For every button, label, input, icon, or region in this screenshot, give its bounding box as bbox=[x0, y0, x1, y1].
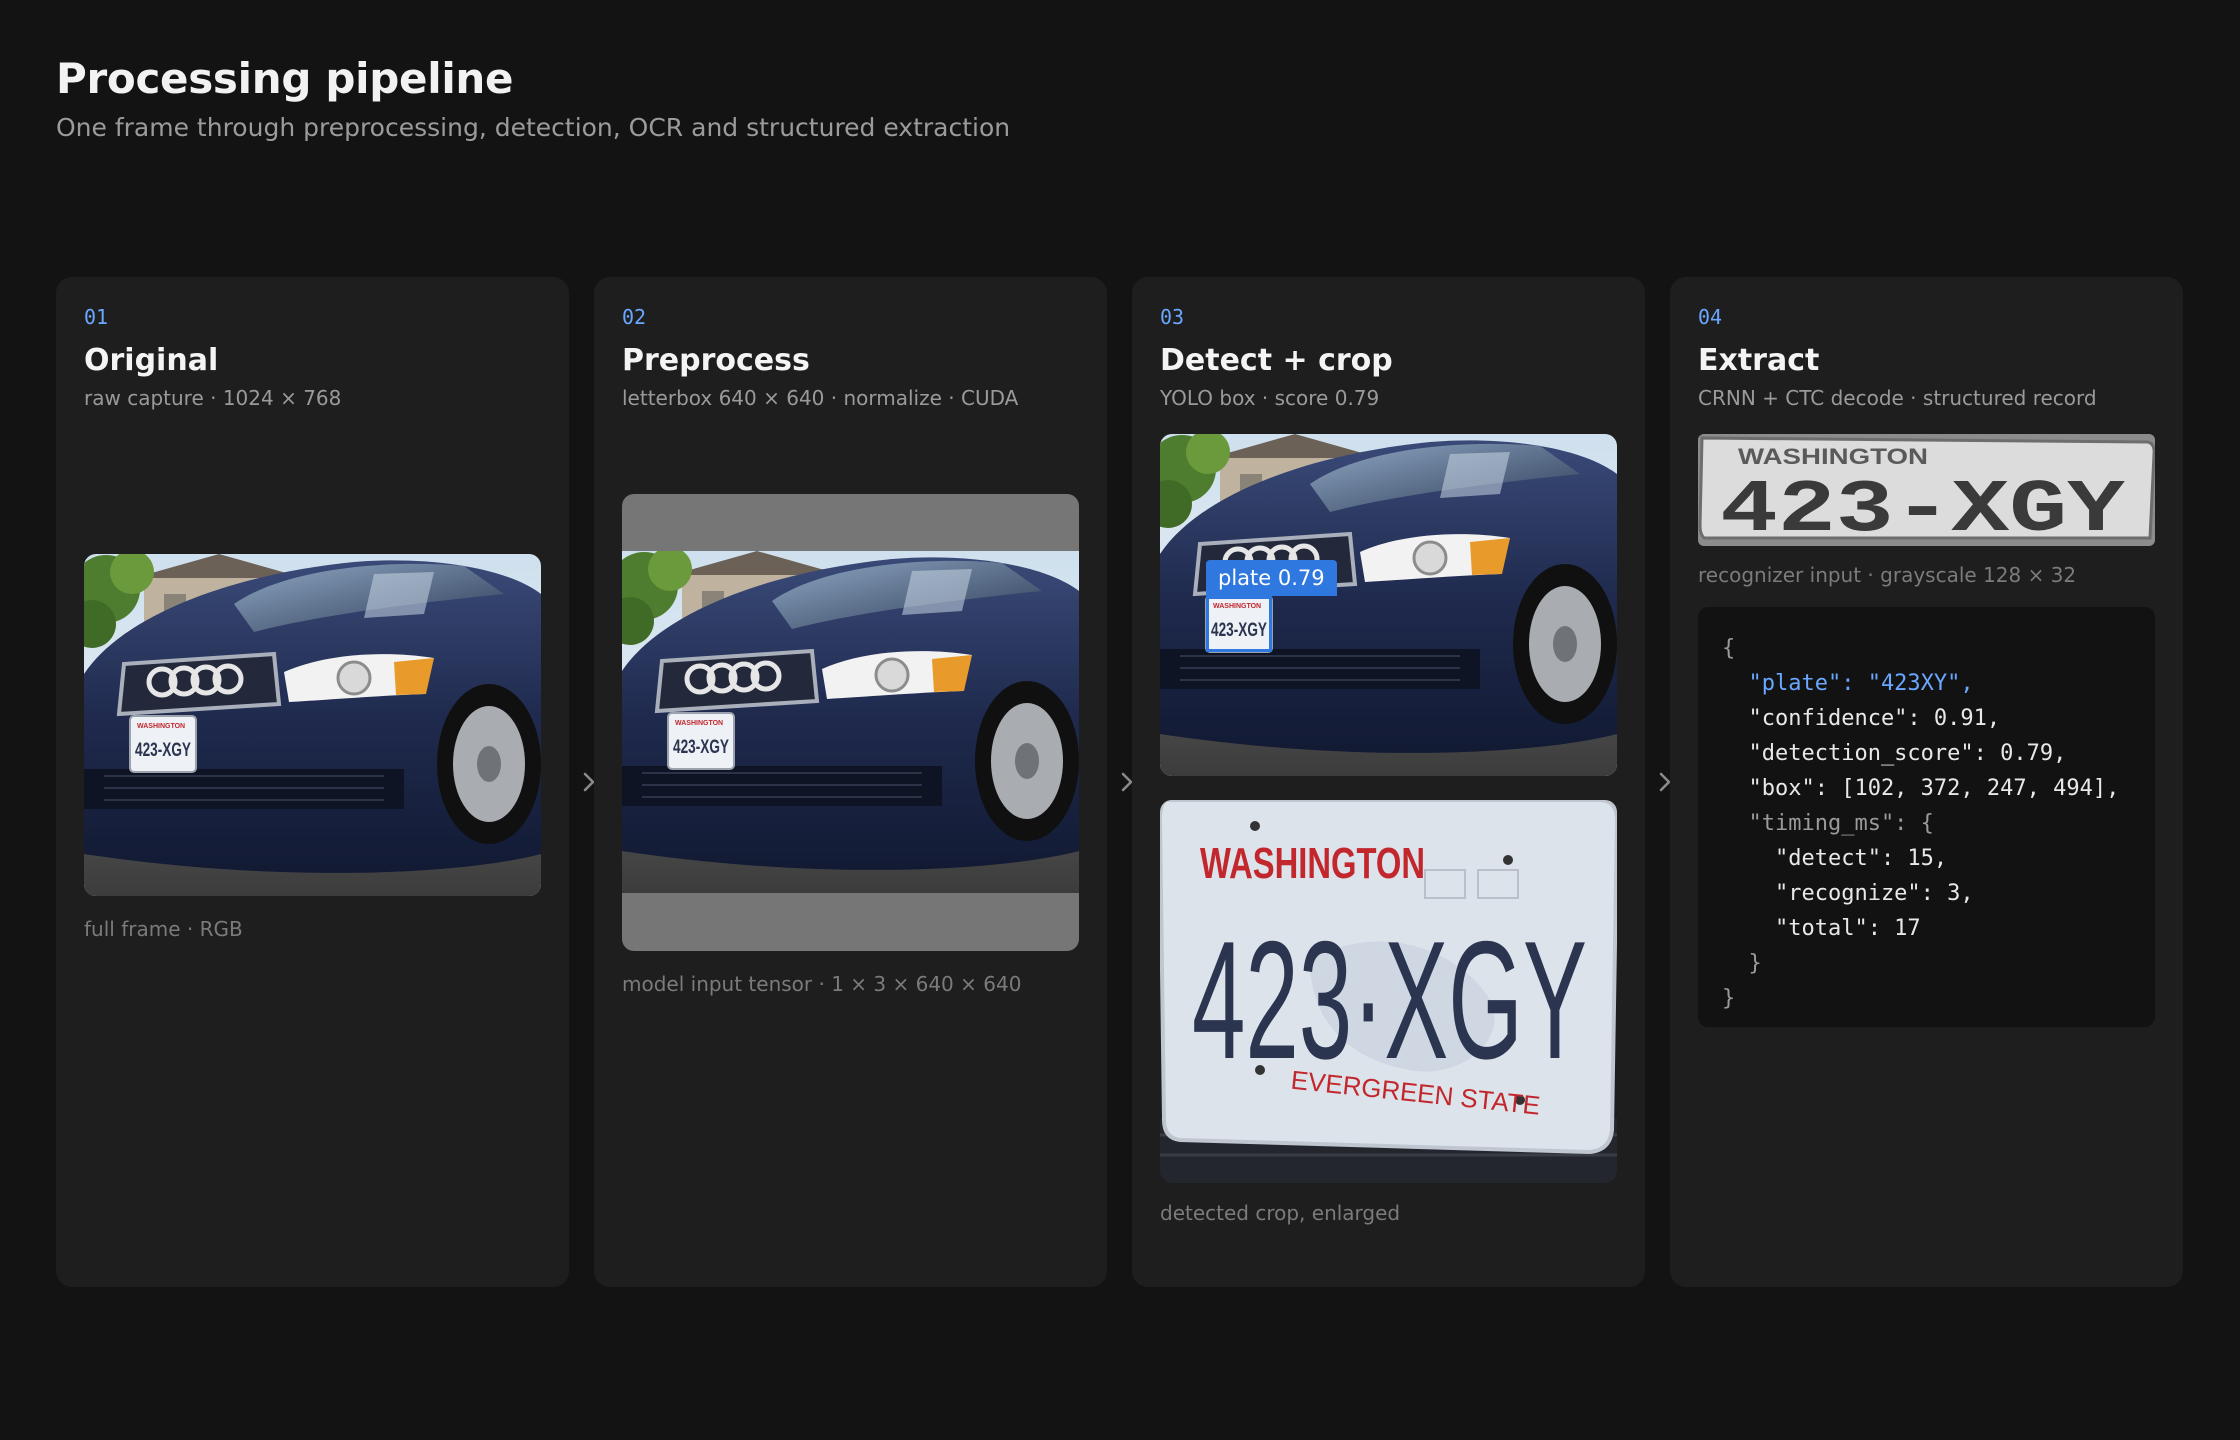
plate-state-text: WASHINGTON bbox=[137, 723, 185, 730]
stage-number: 03 bbox=[1160, 305, 1185, 329]
stage-caption: detected crop, enlarged bbox=[1160, 1201, 1401, 1225]
page-title: Processing pipeline bbox=[56, 54, 514, 103]
pipeline-stages: 01 Original raw capture · 1024 × 768 WAS… bbox=[56, 277, 2184, 1287]
stage-title: Original bbox=[84, 343, 219, 378]
json-line: } bbox=[1722, 986, 1736, 1011]
json-line-timing: "timing_ms": { bbox=[1722, 811, 1934, 836]
recognizer-input-image: WASHINGTON 423-XGY bbox=[1698, 434, 2155, 546]
json-line-recognize: "recognize": 3, bbox=[1722, 881, 1974, 906]
json-line-plate: "plate": "423XY", bbox=[1722, 671, 1974, 696]
original-frame-image: WASHINGTON 423-XGY bbox=[84, 554, 541, 896]
json-record: { "plate": "423XY", "confidence": 0.91, … bbox=[1698, 607, 2155, 1027]
stage-card-extract: 04 Extract CRNN + CTC decode · structure… bbox=[1670, 277, 2183, 1287]
stage-card-original: 01 Original raw capture · 1024 × 768 WAS… bbox=[56, 277, 569, 1287]
strip-plate-number: 423-XGY bbox=[1720, 469, 2126, 546]
json-line-total: "total": 17 bbox=[1722, 916, 1921, 941]
stage-number: 01 bbox=[84, 305, 109, 329]
plate-number-text: 423-XGY bbox=[673, 737, 729, 758]
page-subtitle: One frame through preprocessing, detecti… bbox=[56, 113, 1011, 142]
stage-caption: model input tensor · 1 × 3 × 640 × 640 bbox=[622, 972, 1022, 996]
plate-number-text: 423-XGY bbox=[135, 740, 191, 761]
stage-title: Preprocess bbox=[622, 343, 810, 378]
stage-number: 04 bbox=[1698, 305, 1723, 329]
stage-caption: recognizer input · grayscale 128 × 32 bbox=[1698, 563, 2077, 587]
detection-frame-image: WASHINGTON 423-XGY plate 0.79 bbox=[1160, 434, 1617, 776]
stage-subtitle: CRNN + CTC decode · structured record bbox=[1698, 386, 2097, 410]
stage-card-preprocess: 02 Preprocess letterbox 640 × 640 · norm… bbox=[594, 277, 1107, 1287]
stage-subtitle: raw capture · 1024 × 768 bbox=[84, 386, 342, 410]
letterbox-tensor-image: WASHINGTON 423-XGY bbox=[622, 494, 1079, 951]
stage-number: 02 bbox=[622, 305, 647, 329]
strip-state-text: WASHINGTON bbox=[1738, 444, 1928, 469]
crop-plate-number: 423·XGY bbox=[1192, 906, 1587, 1094]
json-line-detect: "detect": 15, bbox=[1722, 846, 1948, 871]
stage-caption: full frame · RGB bbox=[84, 917, 243, 941]
stage-subtitle: YOLO box · score 0.79 bbox=[1160, 386, 1380, 410]
detection-label: plate 0.79 bbox=[1206, 560, 1337, 596]
json-line: } bbox=[1722, 951, 1762, 976]
detection-box bbox=[1206, 596, 1272, 652]
stage-card-detect: 03 Detect + crop YOLO box · score 0.79 W… bbox=[1132, 277, 1645, 1287]
json-line-box: "box": [102, 372, 247, 494], bbox=[1722, 776, 2120, 801]
plate-crop-image: WASHINGTON 423·XGY EVERGREEN STATE bbox=[1160, 800, 1617, 1183]
stage-title: Detect + crop bbox=[1160, 343, 1393, 378]
stage-subtitle: letterbox 640 × 640 · normalize · CUDA bbox=[622, 386, 1019, 410]
crop-state-text: WASHINGTON bbox=[1200, 839, 1425, 888]
json-line: { bbox=[1722, 636, 1736, 661]
plate-state-text: WASHINGTON bbox=[675, 720, 723, 727]
page-header: Processing pipeline One frame through pr… bbox=[56, 54, 1010, 142]
json-line-confidence: "confidence": 0.91, bbox=[1722, 706, 2001, 731]
json-line-detection-score: "detection_score": 0.79, bbox=[1722, 741, 2067, 766]
stage-title: Extract bbox=[1698, 343, 1820, 378]
